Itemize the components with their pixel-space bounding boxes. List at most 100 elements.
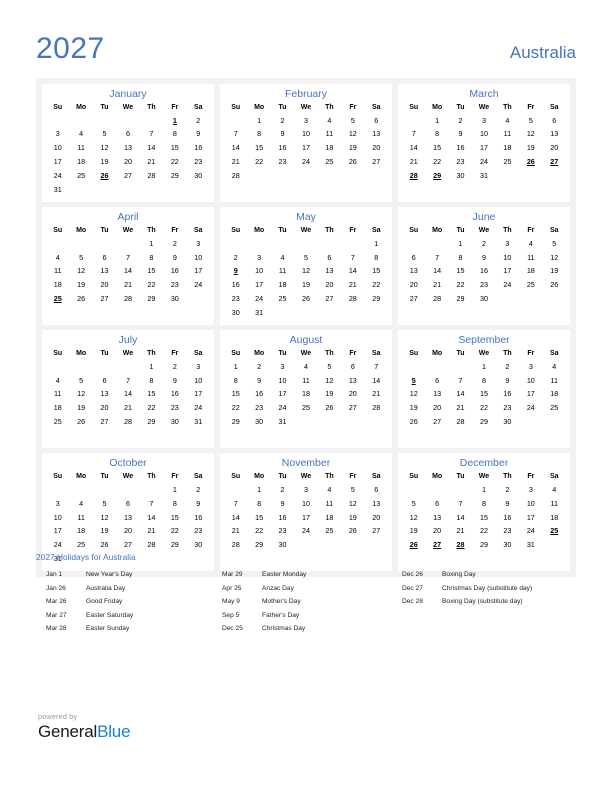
weekday-header-th: Th [147,350,156,358]
day-cell: 19 [550,266,559,276]
day-cell: 16 [170,266,179,276]
day-cell: 15 [479,512,488,522]
weekday-header-sa: Sa [193,104,203,112]
weekday-header-th: Th [325,104,334,112]
legend-column: Jan 1 New Year's Day Jan 26 Australia Day Ma… [36,571,222,639]
day-cell: 31 [255,308,264,318]
day-cell: 10 [301,129,310,139]
day-cell: 10 [503,252,512,262]
weekday-header-row: Su Mo Tu We Th Fr Sa [224,103,388,114]
week-row [402,306,566,320]
day-cell: 25 [325,157,334,167]
day-cell: 20 [100,403,109,413]
weekday-header-th: Th [325,473,334,481]
day-cell: 26 [409,417,418,427]
day-cell: 2 [172,361,177,371]
day-cell-empty [93,483,116,497]
day-cell-empty [271,169,294,183]
legend-item-date: Mar 27 [46,611,67,619]
generalblue-logo[interactable]: GeneralBlue [38,723,131,741]
day-cell-empty [163,183,186,197]
day-cell: 13 [433,512,442,522]
weekday-header-tu: Tu [456,473,465,481]
week-row: 19 20 21 22 23 24 25 [402,525,566,539]
month-card-september: September Su Mo Tu We Th Fr Sa 1 2 3 4 5 6 7 8 9 10 11 12 13… [398,330,570,449]
weekday-header-row: Su Mo Tu We Th Fr Sa [402,226,566,237]
weekday-header-fr: Fr [349,104,357,112]
legend-item-date: Mar 28 [46,625,67,632]
day-cell: 30 [479,294,488,304]
day-cell: 9 [196,129,201,139]
month-table: Su Mo Tu We Th Fr Sa 1 2 3 4 5 6 7 8 9 10 11 12 13 14 15 16 17 1… [402,226,566,320]
day-cell-empty [519,292,542,306]
day-cell: 27 [123,171,132,181]
day-cell: 11 [527,252,535,262]
day-cell: 9 [458,129,463,139]
day-cell: 30 [231,308,240,318]
day-cell: 31 [278,417,287,427]
weekday-header-sa: Sa [371,104,381,112]
week-row: 9 10 11 12 13 14 15 [224,265,388,279]
weekday-header-row: Su Mo Tu We Th Fr Sa [224,349,388,360]
day-cell: 29 [372,294,381,304]
week-row: 1 2 3 4 5 [402,237,566,251]
legend-column: Mar 29 Easter Monday Apr 25 Anzac Day May 9M… [222,571,402,639]
day-cell-empty [449,183,472,197]
day-cell: 30 [194,540,203,550]
day-cell: 2 [505,361,510,371]
day-cell-empty [294,306,317,320]
day-cell-empty [46,360,69,374]
weekday-header-tu: Tu [278,350,287,358]
day-cell-empty [425,483,448,497]
day-cell: 7 [374,361,379,371]
weekday-header-row: Su Mo Tu We Th Fr Sa [402,349,566,360]
day-cell: 20 [409,280,418,290]
day-cell: 13 [433,389,442,399]
day-cell-holiday: 25 [53,294,62,304]
day-cell: 12 [348,498,357,508]
day-cell: 20 [348,389,357,399]
day-cell-empty [365,306,388,320]
day-cell: 13 [409,266,418,276]
weekday-header-tu: Tu [456,350,465,358]
day-cell: 16 [503,389,512,399]
day-cell-empty [365,183,388,197]
day-cell: 17 [503,266,512,276]
week-row [402,183,566,197]
legend-item: Dec 25 Christmas Day [222,625,402,633]
weekday-header-mo: Mo [254,104,265,112]
weekday-header-su: Su [53,227,63,235]
day-cell: 26 [348,157,357,167]
day-cell: 19 [100,157,109,167]
weekday-header-fr: Fr [349,350,357,358]
day-cell: 5 [79,375,84,385]
week-row: 30 31 [224,306,388,320]
month-card-june: June Su Mo Tu We Th Fr Sa 1 2 3 4 5 6 7 8 9 10 11 12 13 14 15 1… [398,207,570,326]
day-cell: 22 [255,526,264,536]
day-cell: 29 [479,417,488,427]
day-cell-empty [449,429,472,443]
day-cell-empty [402,429,425,443]
day-cell: 10 [194,252,203,262]
day-cell: 1 [374,238,379,248]
weekday-header-mo: Mo [432,104,443,112]
week-row [224,429,388,443]
week-row: 4 5 6 7 8 9 10 [46,374,210,388]
legend-item-date: Mar 29 [222,571,243,578]
weekday-header-fr: Fr [527,104,535,112]
day-cell: 21 [123,403,132,413]
day-cell: 27 [348,403,357,413]
day-cell: 13 [100,389,109,399]
day-cell: 16 [170,389,179,399]
day-cell-empty [543,292,566,306]
legend-item-date: Jan 26 [46,584,66,592]
day-cell-empty [271,183,294,197]
day-cell-empty [93,360,116,374]
day-cell: 29 [255,540,264,550]
day-cell: 5 [102,498,107,508]
day-cell: 18 [325,512,334,522]
day-cell: 8 [233,375,238,385]
week-row: 12 13 14 15 16 17 18 [402,388,566,402]
day-cell: 23 [456,157,465,167]
day-cell: 25 [526,280,535,290]
